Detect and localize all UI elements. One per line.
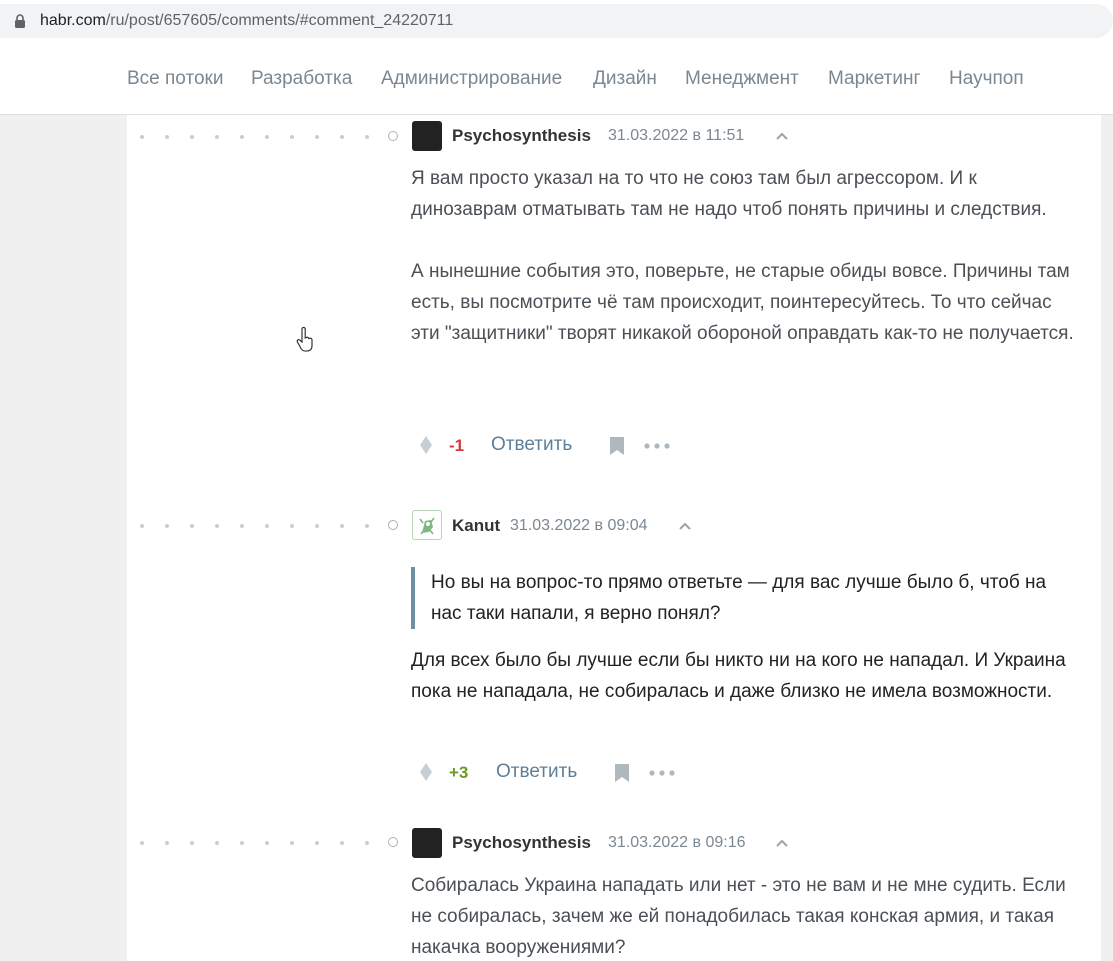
comment-paragraph: Для всех было бы лучше если бы никто ни … <box>411 650 1066 702</box>
comment-author[interactable]: Psychosynthesis <box>452 126 591 146</box>
more-icon[interactable] <box>644 443 670 449</box>
comment-quote: Но вы на вопрос-то прямо ответьте — для … <box>411 567 1081 629</box>
comment-body: Для всех было бы лучше если бы никто ни … <box>411 645 1081 707</box>
thread-node[interactable] <box>388 131 398 141</box>
hand-cursor-icon <box>296 327 313 352</box>
more-icon[interactable] <box>649 770 675 776</box>
nav-design[interactable]: Дизайн <box>593 68 657 90</box>
url-path: /ru/post/657605/comments/#comment_242207… <box>105 12 454 29</box>
lock-icon[interactable] <box>14 14 26 28</box>
comment-date[interactable]: 31.03.2022 в 09:04 <box>510 517 648 535</box>
bookmark-icon[interactable] <box>609 436 625 456</box>
comment-paragraph: А нынешние события это, поверьте, не ста… <box>411 261 1074 344</box>
comment-score: -1 <box>449 436 465 455</box>
reply-button[interactable]: Ответить <box>496 761 577 783</box>
comment-score: +3 <box>449 763 469 782</box>
url-text[interactable]: habr.com/ru/post/657605/comments/#commen… <box>40 12 453 30</box>
kanut-avatar-icon <box>419 517 435 535</box>
chevron-up-icon[interactable] <box>775 838 789 848</box>
chevron-up-icon[interactable] <box>775 131 789 141</box>
scrollbar[interactable] <box>1101 115 1113 961</box>
browser-toolbar: habr.com/ru/post/657605/comments/#commen… <box>0 0 1113 44</box>
thread-line <box>140 520 400 532</box>
comments-section: Psychosynthesis 31.03.2022 в 11:51 Я вам… <box>127 115 1101 961</box>
avatar[interactable] <box>412 828 442 858</box>
comment-body: Собиралась Украина нападать или нет - эт… <box>411 870 1081 961</box>
thread-node[interactable] <box>388 520 398 530</box>
avatar[interactable] <box>412 121 442 151</box>
nav-all-flows[interactable]: Все потоки <box>127 68 223 90</box>
vote-icon[interactable] <box>419 762 433 782</box>
chevron-up-icon[interactable] <box>678 521 692 531</box>
avatar[interactable] <box>412 510 442 540</box>
nav-administration[interactable]: Администрирование <box>381 68 562 90</box>
url-host: habr.com <box>40 12 106 29</box>
thread-line <box>140 131 400 143</box>
thread-line <box>140 837 400 849</box>
comment-paragraph: Собиралась Украина нападать или нет - эт… <box>411 875 1066 958</box>
thread-node[interactable] <box>388 837 398 847</box>
nav-marketing[interactable]: Маркетинг <box>828 68 920 90</box>
comment-body: Я вам просто указал на то что не союз та… <box>411 163 1081 349</box>
comment-author[interactable]: Psychosynthesis <box>452 833 591 853</box>
comment-paragraph: Я вам просто указал на то что не союз та… <box>411 168 1047 220</box>
reply-button[interactable]: Ответить <box>491 434 572 456</box>
bookmark-icon[interactable] <box>614 763 630 783</box>
address-bar[interactable]: habr.com/ru/post/657605/comments/#commen… <box>0 4 1113 38</box>
nav-development[interactable]: Разработка <box>251 68 352 90</box>
comment-author[interactable]: Kanut <box>452 516 500 536</box>
site-nav: Все потоки Разработка Администрирование … <box>0 44 1113 115</box>
comment-date[interactable]: 31.03.2022 в 09:16 <box>608 834 746 852</box>
nav-management[interactable]: Менеджмент <box>685 68 799 90</box>
nav-popsci[interactable]: Научпоп <box>949 68 1024 90</box>
comment-date[interactable]: 31.03.2022 в 11:51 <box>608 127 744 145</box>
vote-icon[interactable] <box>419 435 433 455</box>
